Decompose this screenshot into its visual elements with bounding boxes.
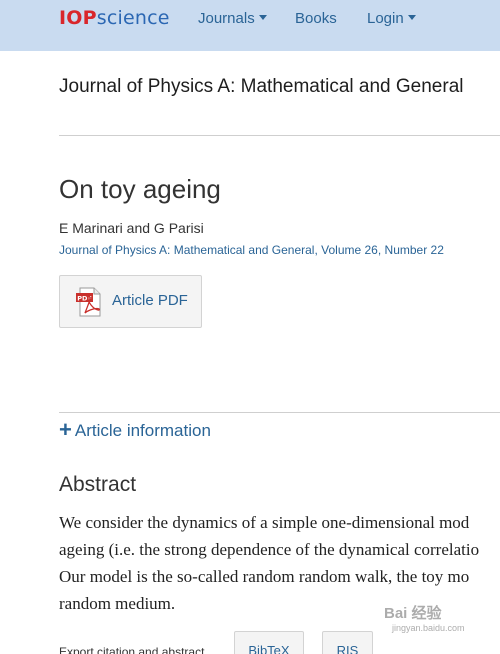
article-citation: Journal of Physics A: Mathematical and G… [59, 243, 444, 257]
nav-login[interactable]: Login [367, 10, 416, 28]
abstract-line: We consider the dynamics of a simple one… [59, 513, 470, 532]
divider [59, 412, 500, 413]
nav-journals-label: Journals [198, 10, 255, 27]
abstract-line: ageing (i.e. the strong dependence of th… [59, 540, 480, 559]
caret-down-icon [258, 15, 267, 20]
nav-login-label: Login [367, 10, 404, 27]
article-information-label: Article information [74, 421, 211, 440]
watermark-text: Bai 经验 [384, 605, 442, 622]
article-information-toggle[interactable]: + Article information [59, 417, 211, 443]
watermark-url: jingyan.baidu.com [392, 623, 465, 633]
nav-journals[interactable]: Journals [198, 10, 267, 28]
article-title: On toy ageing [59, 174, 221, 204]
article-authors: E Marinari and G Parisi [59, 220, 204, 236]
abstract-heading: Abstract [59, 473, 137, 496]
export-citation-label: Export citation and abstract [59, 645, 205, 654]
citation-number-link[interactable]: Number 22 [385, 243, 444, 257]
article-pdf-label: Article PDF [112, 292, 188, 309]
abstract-line: Our model is the so-called random random… [59, 567, 470, 586]
plus-icon: + [59, 417, 72, 442]
bibtex-button[interactable]: BibTeX [234, 631, 304, 654]
citation-separator: , [377, 243, 385, 257]
iopscience-logo[interactable]: IOPscience [59, 7, 170, 29]
pdf-file-icon: PDF [76, 287, 101, 317]
citation-journal-link[interactable]: Journal of Physics A: Mathematical and G… [59, 243, 314, 257]
citation-volume-link[interactable]: Volume 26 [321, 243, 378, 257]
journal-title-link[interactable]: Journal of Physics A: Mathematical and G… [59, 76, 463, 98]
article-pdf-button[interactable]: PDF Article PDF [59, 275, 202, 328]
divider [59, 135, 500, 136]
logo-iop-text: IOP [59, 7, 97, 29]
ris-button[interactable]: RIS [322, 631, 373, 654]
top-navigation-bar: IOPscience Journals Books Login [0, 0, 500, 51]
logo-science-text: science [96, 7, 170, 29]
nav-books-label: Books [295, 10, 337, 27]
nav-books[interactable]: Books [295, 10, 337, 28]
baidu-jingyan-watermark: Bai 经验 jingyan.baidu.com [384, 598, 480, 638]
caret-down-icon [407, 15, 416, 20]
